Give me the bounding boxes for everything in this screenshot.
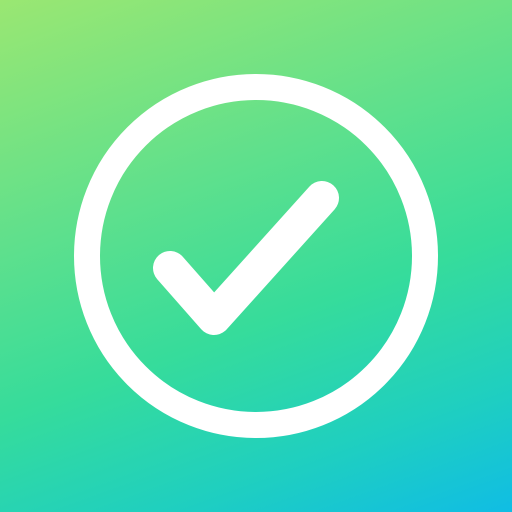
checkmark-circle-icon (74, 74, 438, 438)
app-icon (0, 0, 512, 512)
check-mark (153, 181, 339, 335)
